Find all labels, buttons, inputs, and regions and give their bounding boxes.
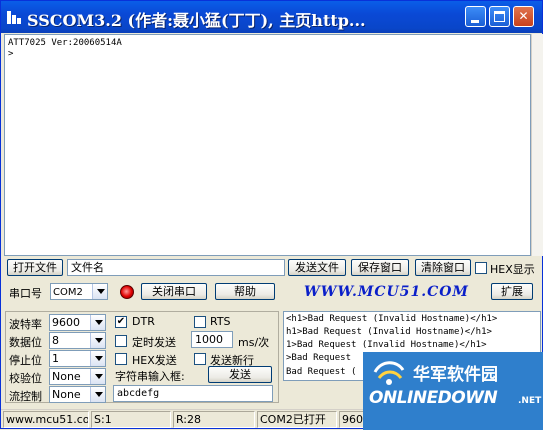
timed-send-checkbox[interactable] [115, 335, 127, 347]
dtr-label: DTR [132, 315, 155, 328]
help-button[interactable]: 帮助 [215, 283, 275, 300]
minimize-button[interactable] [465, 6, 486, 27]
timed-send-label: 定时发送 [132, 336, 176, 349]
rts-checkbox[interactable] [194, 316, 206, 328]
chevron-down-icon[interactable] [90, 369, 105, 384]
baud-select[interactable]: 9600 [49, 314, 106, 331]
onlinedown-logo-icon [373, 361, 405, 385]
input-label: 字符串输入框: [115, 370, 185, 383]
checkmark-icon: ✔ [116, 316, 126, 327]
watermark-cn-text: 华军软件园 [413, 365, 498, 385]
stop-bits-label: 停止位 [9, 354, 42, 367]
console-scrollbar[interactable] [531, 34, 543, 256]
chevron-down-icon[interactable] [90, 315, 105, 330]
status-site: www.mcu51.cor [3, 411, 89, 428]
send-button[interactable]: 发送 [208, 366, 272, 383]
save-window-button[interactable]: 保存窗口 [351, 259, 409, 276]
stop-bits-value: 1 [52, 352, 59, 365]
interval-unit: ms/次 [238, 336, 270, 349]
chevron-down-icon[interactable] [90, 387, 105, 402]
baud-label: 波特率 [9, 318, 42, 331]
log-line: <h1>Bad Request (Invalid Hostname)</h1> [286, 314, 498, 324]
send-input[interactable]: abcdefg [113, 385, 273, 402]
port-label: 串口号 [9, 287, 42, 300]
log-line: >Bad Request [286, 353, 352, 363]
port-select[interactable]: COM2 [50, 283, 108, 300]
expand-button[interactable]: 扩展 [491, 283, 533, 300]
chevron-down-icon[interactable] [90, 333, 105, 348]
rts-label: RTS [210, 315, 231, 328]
window-title: SSCOM3.2 (作者:聂小猛(丁丁), 主页http... [27, 11, 366, 30]
parity-label: 校验位 [9, 372, 42, 385]
file-name-field[interactable]: 文件名 [67, 259, 285, 276]
title-bar[interactable]: SSCOM3.2 (作者:聂小猛(丁丁), 主页http... ✕ [1, 1, 542, 33]
flow-value: None [52, 388, 81, 401]
onlinedown-watermark: 华军软件园 ONLINEDOWN .NET [363, 352, 543, 430]
app-bars-icon[interactable] [6, 9, 22, 25]
receive-console[interactable]: ATT7025 Ver:20060514A > [4, 34, 531, 256]
data-bits-label: 数据位 [9, 336, 42, 349]
log-line: Bad Request ( [286, 367, 357, 377]
chevron-down-icon[interactable] [90, 351, 105, 366]
status-port-state: COM2已打开 [257, 411, 337, 428]
port-status-led-icon [120, 285, 134, 299]
chevron-down-icon[interactable] [92, 284, 107, 299]
flow-label: 流控制 [9, 390, 42, 403]
status-received-count: R:28 [173, 411, 255, 428]
close-icon: ✕ [518, 9, 529, 23]
site-link[interactable]: WWW.MCU51.COM [304, 284, 469, 300]
interval-input[interactable]: 1000 [191, 331, 233, 348]
log-line: 1>Bad Request (Invalid Hostname)</h1> [286, 340, 487, 350]
maximize-icon [494, 11, 505, 22]
maximize-button[interactable] [489, 6, 510, 27]
dtr-checkbox[interactable]: ✔ [115, 316, 127, 328]
port-value: COM2 [53, 287, 83, 298]
baud-value: 9600 [52, 316, 80, 329]
close-button[interactable]: ✕ [513, 6, 534, 27]
minimize-icon [471, 20, 479, 23]
console-text: ATT7025 Ver:20060514A > [8, 38, 122, 59]
send-file-button[interactable]: 发送文件 [288, 259, 346, 276]
flow-select[interactable]: None [49, 386, 106, 403]
watermark-suffix: .NET [518, 396, 542, 406]
open-file-button[interactable]: 打开文件 [7, 259, 63, 276]
clear-window-button[interactable]: 清除窗口 [415, 259, 471, 276]
hex-send-checkbox[interactable] [115, 353, 127, 365]
stop-bits-select[interactable]: 1 [49, 350, 106, 367]
close-port-button[interactable]: 关闭串口 [141, 283, 207, 300]
sscom-window: SSCOM3.2 (作者:聂小猛(丁丁), 主页http... ✕ ATT702… [0, 0, 543, 430]
parity-value: None [52, 370, 81, 383]
hex-display-checkbox[interactable] [475, 262, 487, 274]
status-sent-count: S:1 [91, 411, 171, 428]
hex-send-label: HEX发送 [132, 354, 177, 367]
parity-select[interactable]: None [49, 368, 106, 385]
watermark-en-text: ONLINEDOWN [369, 388, 498, 408]
data-bits-value: 8 [52, 334, 59, 347]
hex-display-label: HEX显示 [490, 263, 535, 276]
log-line: h1>Bad Request (Invalid Hostname)</h1> [286, 327, 492, 337]
data-bits-select[interactable]: 8 [49, 332, 106, 349]
send-newline-checkbox[interactable] [194, 353, 206, 365]
